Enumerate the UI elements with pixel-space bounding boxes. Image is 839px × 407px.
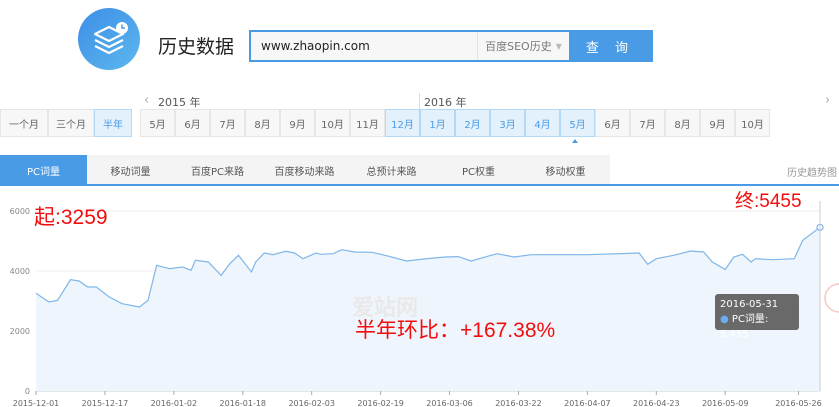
x-tick-label: 2016-04-23 xyxy=(633,399,680,407)
series-dot-icon: ● xyxy=(720,314,729,325)
month-button[interactable]: 8月 xyxy=(245,109,280,137)
history-data-logo xyxy=(78,8,140,70)
month-button[interactable]: 5月 xyxy=(140,109,175,137)
domain-input[interactable] xyxy=(251,32,477,60)
search-form: 百度SEO历史▼ 查 询 xyxy=(249,30,653,62)
month-button[interactable]: 9月 xyxy=(280,109,315,137)
query-button[interactable]: 查 询 xyxy=(569,32,651,60)
x-tick-label: 2016-02-03 xyxy=(288,399,335,407)
month-button[interactable]: 10月 xyxy=(315,109,350,137)
current-month-marker xyxy=(572,139,578,143)
tab-6[interactable]: 移动权重 xyxy=(522,155,609,185)
year-divider xyxy=(419,93,420,109)
month-button[interactable]: 4月 xyxy=(525,109,560,137)
month-button[interactable]: 6月 xyxy=(175,109,210,137)
x-tick-label: 2015-12-01 xyxy=(13,399,60,407)
history-trend-label: 历史趋势图 xyxy=(787,168,837,179)
x-tick-label: 2015-12-17 xyxy=(82,399,129,407)
month-button[interactable]: 7月 xyxy=(210,109,245,137)
month-button[interactable]: 6月 xyxy=(595,109,630,137)
year-2015-label: 2015 年 xyxy=(158,96,201,109)
tab-3[interactable]: 百度移动来路 xyxy=(261,155,348,185)
next-year-icon[interactable]: › xyxy=(825,93,830,108)
layers-icon xyxy=(93,22,128,55)
tab-4[interactable]: 总预计来路 xyxy=(348,155,435,185)
month-button[interactable]: 3月 xyxy=(490,109,525,137)
tab-2[interactable]: 百度PC来路 xyxy=(174,155,261,185)
x-tick-label: 2016-05-26 xyxy=(775,399,822,407)
end-value-annotation: 终:5455 xyxy=(735,191,802,212)
metric-tabs: PC词量 移动词量 百度PC来路 百度移动来路 总预计来路 PC权重 移动权重 xyxy=(0,155,610,185)
chart-tooltip: 2016-05-31 ● PC词量: 5,455 xyxy=(715,294,799,340)
y-tick-label: 0 xyxy=(25,387,30,396)
tooltip-value: 5,455 xyxy=(720,329,749,340)
x-tick-label: 2016-01-02 xyxy=(151,399,198,407)
x-tick-label: 2016-02-19 xyxy=(357,399,404,407)
x-tick-label: 2016-05-09 xyxy=(702,399,749,407)
range-0-button[interactable]: 一个月 xyxy=(0,109,48,137)
x-tick-label: 2016-03-06 xyxy=(426,399,473,407)
year-2016-label: 2016 年 xyxy=(424,96,467,109)
start-value-annotation: 起:3259 xyxy=(34,206,108,229)
range-2-button[interactable]: 半年 xyxy=(94,109,132,137)
prev-year-icon[interactable]: ‹ xyxy=(144,93,149,108)
caret-down-icon: ▼ xyxy=(555,41,562,51)
data-source-select[interactable]: 百度SEO历史 ▼ xyxy=(477,32,569,60)
tooltip-date: 2016-05-31 xyxy=(720,299,779,310)
y-tick-label: 6000 xyxy=(10,207,30,216)
range-1-button[interactable]: 三个月 xyxy=(48,109,94,137)
month-button[interactable]: 1月 xyxy=(420,109,455,137)
month-button[interactable]: 8月 xyxy=(665,109,700,137)
tab-5[interactable]: PC权重 xyxy=(435,155,522,185)
select-value: 百度SEO历史 xyxy=(485,40,552,53)
month-button[interactable]: 5月 xyxy=(560,109,595,137)
ratio-annotation: 半年环比：+167.38% xyxy=(355,319,556,342)
y-tick-label: 4000 xyxy=(10,267,30,276)
tab-1[interactable]: 移动词量 xyxy=(87,155,174,185)
x-tick-label: 2016-01-18 xyxy=(220,399,267,407)
month-button[interactable]: 10月 xyxy=(735,109,770,137)
month-button[interactable]: 9月 xyxy=(700,109,735,137)
page-title: 历史数据 xyxy=(158,36,235,58)
arc-decoration xyxy=(824,283,839,313)
month-button[interactable]: 11月 xyxy=(350,109,385,137)
month-button[interactable]: 12月 xyxy=(385,109,420,137)
tooltip-row: ● PC词量: 5,455 xyxy=(720,314,769,340)
y-tick-label: 2000 xyxy=(10,327,30,336)
month-button[interactable]: 7月 xyxy=(630,109,665,137)
x-tick-label: 2016-03-22 xyxy=(495,399,542,407)
month-button[interactable]: 2月 xyxy=(455,109,490,137)
tab-0[interactable]: PC词量 xyxy=(0,155,87,185)
pc-keyword-chart: 0 2000 4000 6000 2015-12-01 2015-12-17 2016-01… xyxy=(10,201,839,407)
tooltip-series: PC词量 xyxy=(731,314,765,325)
x-tick-label: 2016-04-07 xyxy=(564,399,611,407)
